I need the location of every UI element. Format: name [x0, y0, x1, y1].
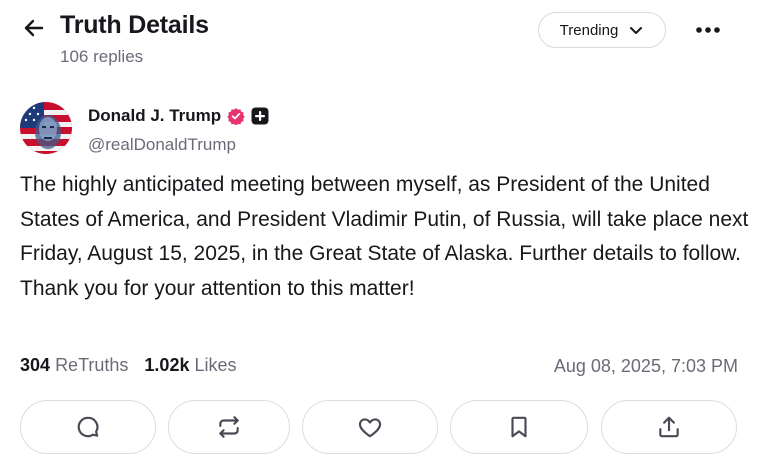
- avatar[interactable]: [20, 102, 72, 154]
- retruth-button[interactable]: [168, 400, 290, 454]
- verified-icon: [227, 108, 245, 125]
- more-icon: [696, 27, 720, 33]
- author-name[interactable]: Donald J. Trump: [88, 106, 269, 126]
- likes-label: Likes: [194, 355, 237, 375]
- like-icon: [358, 418, 382, 438]
- reply-icon: [77, 416, 99, 438]
- share-icon: [659, 416, 679, 438]
- likes-count: 1.02k: [144, 355, 190, 375]
- more-options-button[interactable]: [688, 16, 728, 44]
- post-stats: 304 ReTruths 1.02k Likes: [20, 355, 237, 376]
- bookmark-icon: [511, 416, 527, 438]
- retruths-count: 304: [20, 355, 51, 375]
- like-button[interactable]: [302, 400, 438, 454]
- page-title: Truth Details: [60, 11, 209, 39]
- sort-dropdown[interactable]: Trending: [538, 12, 666, 48]
- back-arrow-icon: [24, 19, 44, 37]
- back-button[interactable]: [20, 14, 48, 42]
- chevron-down-icon: [630, 27, 643, 34]
- likes-stat[interactable]: 1.02k Likes: [144, 355, 236, 376]
- post-text: The highly anticipated meeting between m…: [20, 173, 749, 300]
- reply-count: 106 replies: [60, 47, 144, 66]
- share-button[interactable]: [601, 400, 737, 454]
- retruth-icon: [219, 416, 239, 438]
- plus-badge-icon: [251, 107, 269, 125]
- post-timestamp: Aug 08, 2025, 7:03 PM: [553, 356, 738, 376]
- retruths-stat[interactable]: 304 ReTruths: [20, 355, 128, 376]
- author-handle[interactable]: @realDonaldTrump: [88, 135, 236, 155]
- bookmark-button[interactable]: [450, 400, 588, 454]
- reply-button[interactable]: [20, 400, 156, 454]
- sort-label: Trending: [559, 21, 619, 39]
- retruths-label: ReTruths: [55, 355, 129, 375]
